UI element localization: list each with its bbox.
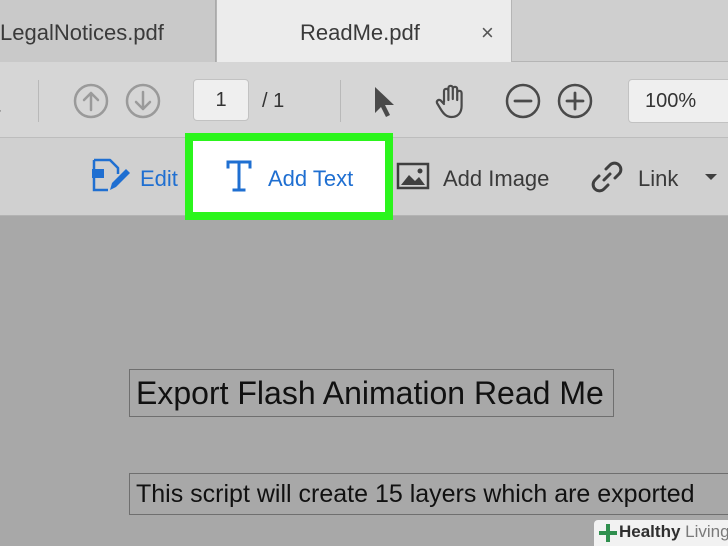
link-chain-icon xyxy=(591,161,623,193)
tab-legal-notices[interactable]: LegalNotices.pdf xyxy=(0,0,216,62)
hand-tool-icon[interactable] xyxy=(433,82,471,120)
main-toolbar: 1 / 1 100% xyxy=(0,62,728,138)
zoom-out-icon[interactable] xyxy=(504,82,542,120)
page-total: / 1 xyxy=(262,90,285,112)
image-icon xyxy=(396,162,430,190)
watermark-brand-light: Living xyxy=(685,522,728,541)
document-title-textbox[interactable]: Export Flash Animation Read Me xyxy=(129,369,614,417)
edit-label: Edit xyxy=(140,166,178,191)
add-image-tool-button[interactable]: Add Image xyxy=(396,154,556,198)
link-label: Link xyxy=(638,166,679,191)
toolbar-divider xyxy=(340,80,341,122)
page-down-icon[interactable] xyxy=(124,82,162,120)
toolbar-partial-icon[interactable] xyxy=(0,82,20,120)
page-number-input[interactable]: 1 xyxy=(193,79,249,121)
zoom-level-input[interactable]: 100% xyxy=(628,79,728,123)
text-cursor-icon xyxy=(226,160,252,192)
tab-readme[interactable]: ReadMe.pdf × xyxy=(216,0,512,63)
tab-label: ReadMe.pdf xyxy=(300,20,420,45)
select-pointer-icon[interactable] xyxy=(366,82,404,120)
add-image-label: Add Image xyxy=(443,166,550,191)
edit-pencil-icon xyxy=(92,158,130,192)
leaf-cross-icon xyxy=(599,524,617,542)
watermark: Healthy Living xyxy=(594,520,728,546)
toolbar-divider xyxy=(38,80,39,122)
tab-bar: LegalNotices.pdf ReadMe.pdf × xyxy=(0,0,728,63)
add-text-label: Add Text xyxy=(268,166,354,191)
link-tool-button[interactable]: Link xyxy=(588,154,728,198)
document-body-textbox[interactable]: This script will create 15 layers which … xyxy=(129,473,728,515)
watermark-text: Healthy Living xyxy=(619,522,728,542)
page-up-icon[interactable] xyxy=(72,82,110,120)
chevron-down-icon[interactable] xyxy=(704,172,718,182)
tab-label: LegalNotices.pdf xyxy=(0,20,164,45)
watermark-brand-bold: Healthy xyxy=(619,522,681,541)
zoom-in-icon[interactable] xyxy=(556,82,594,120)
add-text-tool-button[interactable]: Add Text xyxy=(185,133,393,220)
edit-tool-button[interactable]: Edit xyxy=(88,154,184,198)
close-icon[interactable]: × xyxy=(481,0,494,66)
